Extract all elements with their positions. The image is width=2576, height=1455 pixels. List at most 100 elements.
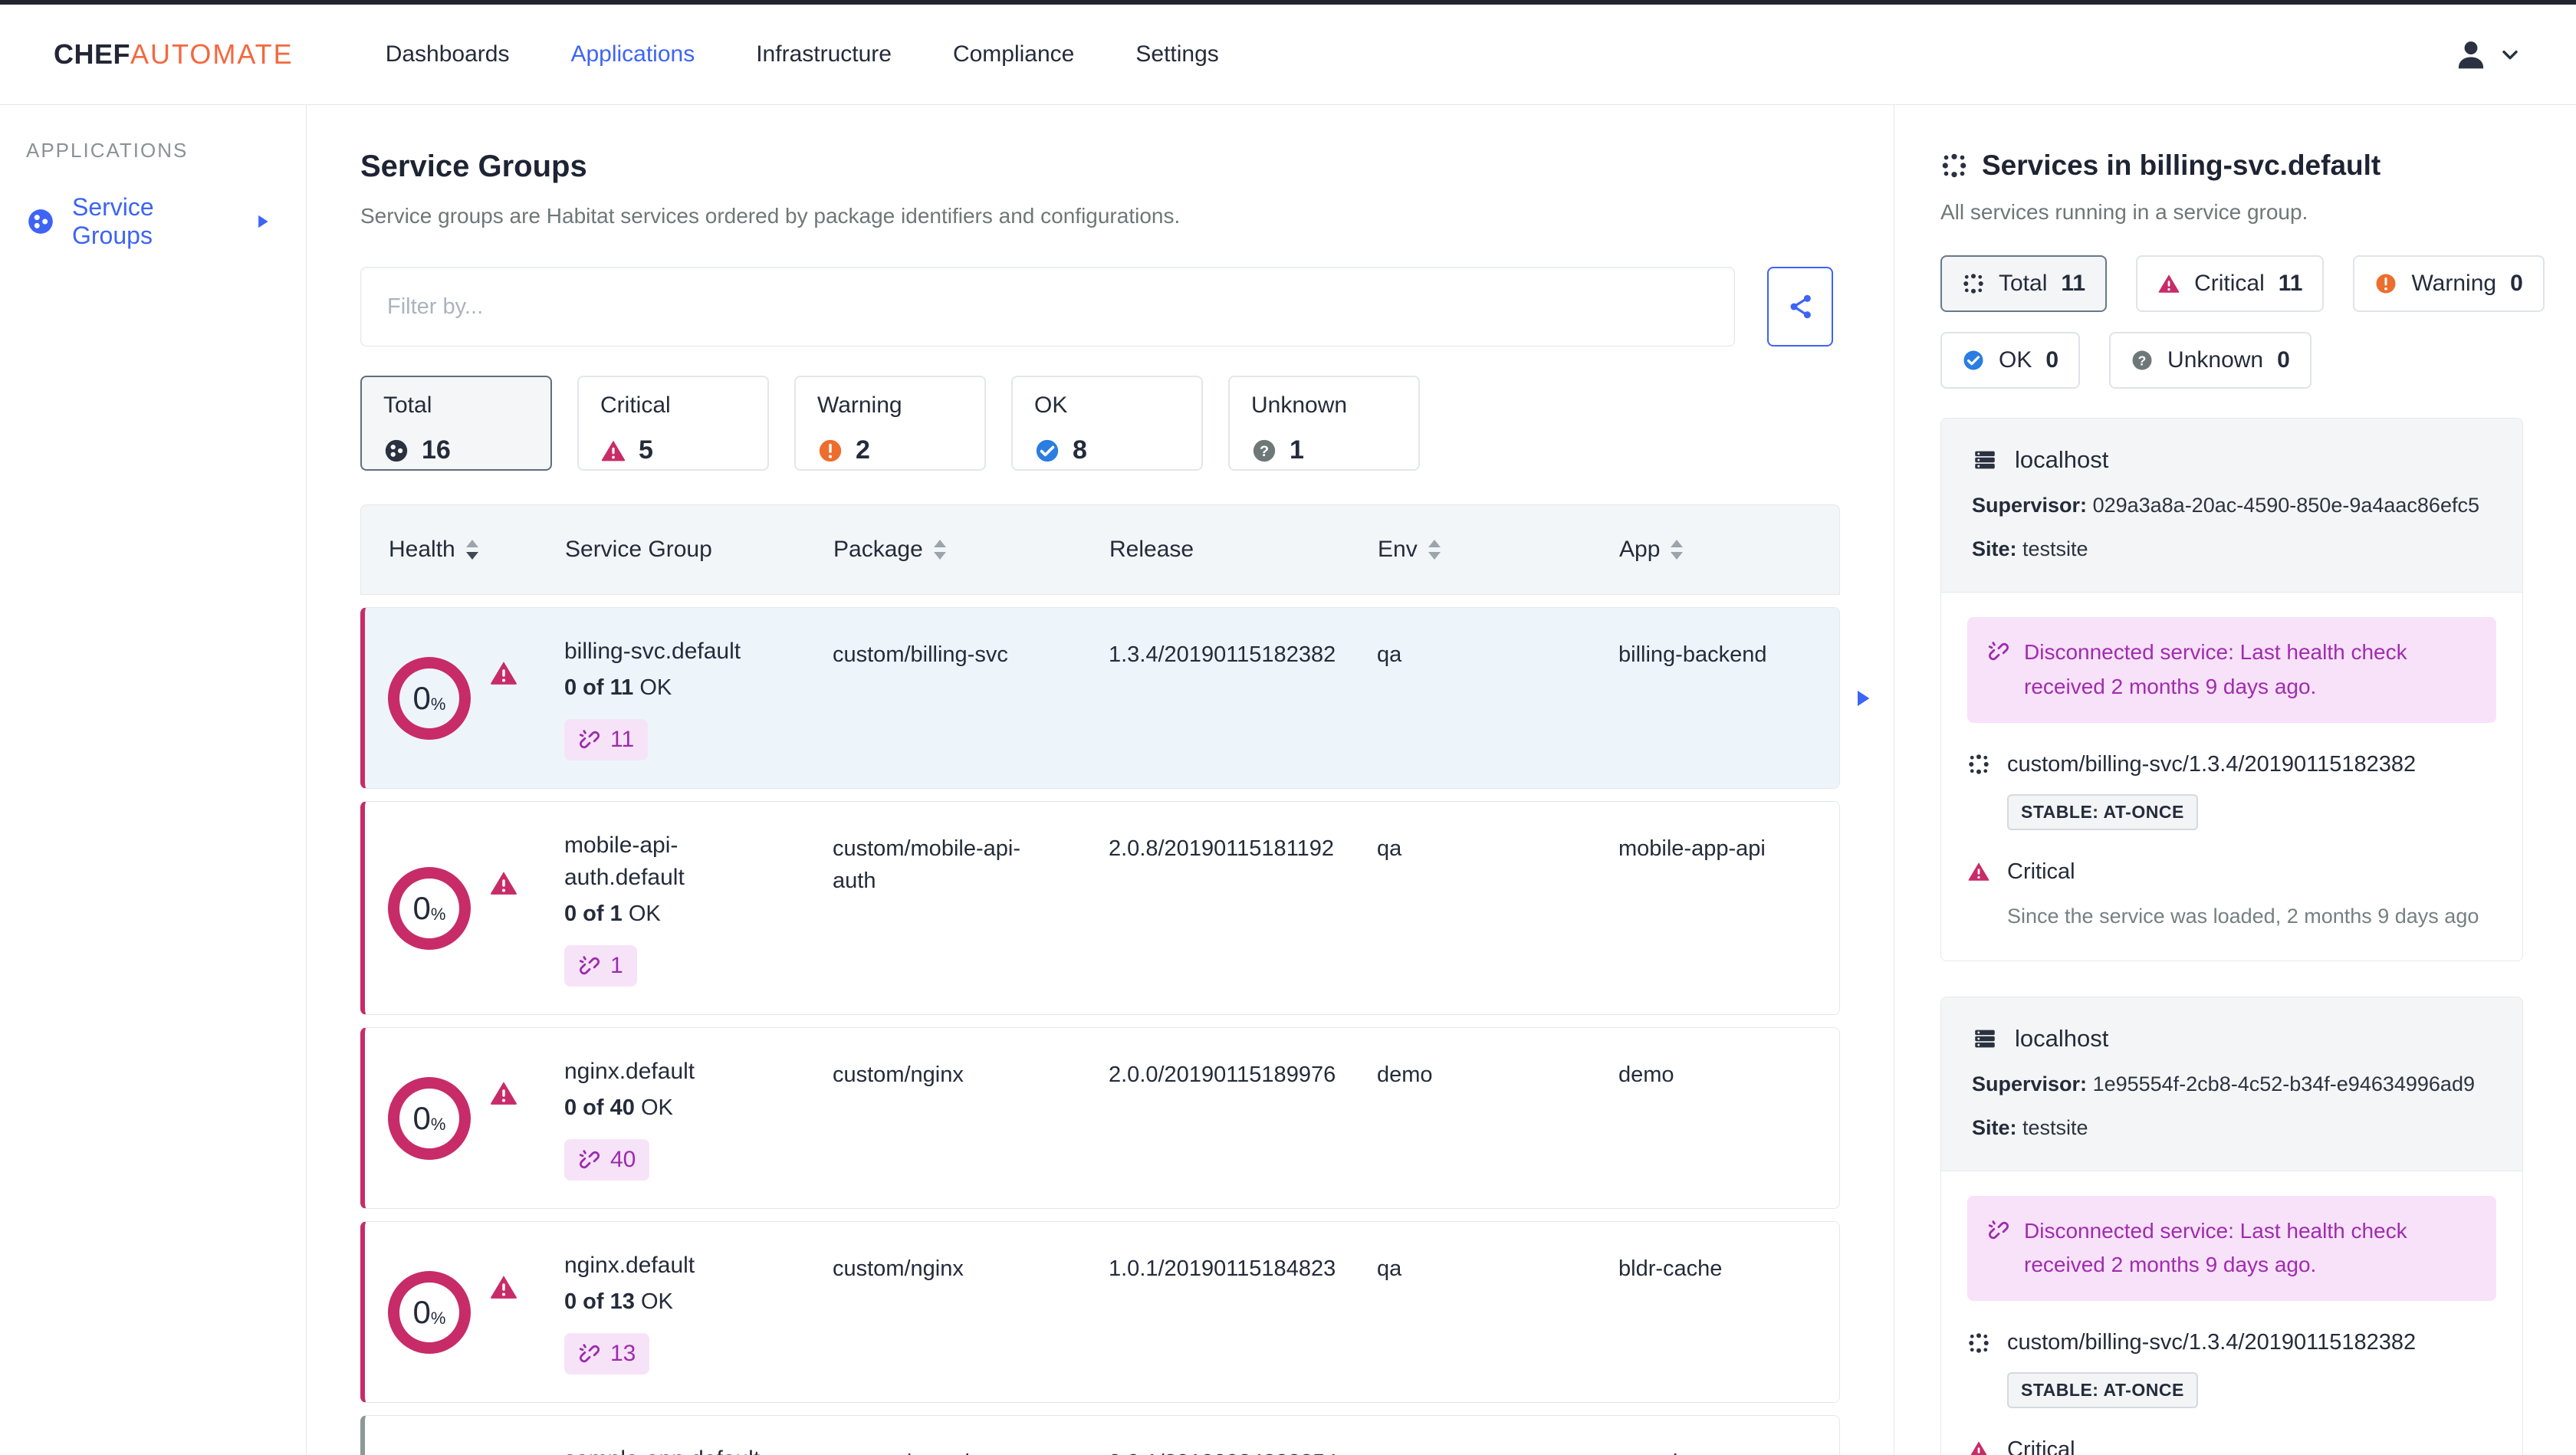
disconnected-alert: Disconnected service: Last health check … [1967, 617, 2496, 723]
page-title: Service Groups [360, 149, 587, 183]
broken-link-icon [578, 1148, 601, 1171]
health-donut: 0% [388, 866, 471, 950]
disconnected-alert-text: Disconnected service: Last health check … [2024, 1218, 2407, 1277]
filter-input[interactable] [360, 267, 1735, 347]
main-content: Service Groups Service groups are Habita… [307, 105, 1894, 1455]
status-card-count: 1 [1290, 435, 1304, 465]
filter-row [360, 267, 1894, 347]
service-group-cell: mobile-api-auth.default 0 of 1 OK 1 [564, 829, 833, 987]
nav-settings[interactable]: Settings [1135, 41, 1218, 67]
package-identifier: custom/billing-svc/1.3.4/20190115182382 [2007, 751, 2417, 777]
pill-critical[interactable]: Critical 11 [2136, 255, 2325, 312]
nav-infrastructure[interactable]: Infrastructure [756, 41, 892, 67]
sidebar: APPLICATIONS Service Groups [0, 105, 307, 1455]
ok-check-icon [1034, 438, 1060, 464]
column-header-health[interactable]: Health [389, 537, 565, 563]
status-card-label: Total [383, 392, 432, 418]
status-card-warning[interactable]: Warning 2 [794, 376, 986, 471]
sort-icons[interactable] [1428, 540, 1441, 560]
status-card-count: 16 [422, 435, 451, 465]
service-group-name: nginx.default [564, 1059, 695, 1084]
env-cell: qa [1377, 642, 1402, 667]
table-row[interactable]: 0% nginx.default 0 of 13 OK 13 custom/ng… [360, 1221, 1840, 1403]
service-group-cell: nginx.default 0 of 13 OK 13 [564, 1250, 833, 1375]
site-value: testsite [2022, 537, 2088, 560]
disconnected-count-pill[interactable]: 40 [564, 1139, 650, 1181]
status-card-count: 2 [856, 435, 870, 465]
health-cell: 0% [388, 866, 564, 950]
panel-status-pills: Total 11 Critical 11 Warning 0 [1940, 255, 2545, 312]
service-group-cell: nginx.default 0 of 40 OK 40 [564, 1056, 833, 1181]
pill-ok[interactable]: OK 0 [1940, 332, 2081, 389]
site-label: Site: [1972, 537, 2017, 560]
pill-unknown[interactable]: Unknown 0 [2109, 332, 2312, 389]
supervisor-label: Supervisor: [1972, 494, 2088, 517]
service-groups-table: Health Service Group Package Release Env [360, 504, 1840, 1455]
package-cell: custom/nginx [833, 1063, 964, 1087]
column-header-package[interactable]: Package [833, 537, 1109, 563]
chef-automate-logo[interactable]: CHEF AUTOMATE [54, 38, 294, 71]
service-card-header: localhost Supervisor: 029a3a8a-20ac-4590… [1941, 419, 2522, 593]
service-card: localhost Supervisor: 029a3a8a-20ac-4590… [1940, 418, 2523, 961]
disconnected-count-pill[interactable]: 11 [564, 719, 649, 760]
health-donut: 0% [388, 1076, 471, 1160]
status-card-label: OK [1034, 392, 1068, 418]
warning-circle-icon [817, 438, 843, 464]
column-header-app[interactable]: App [1619, 537, 1839, 563]
arrow-right-icon [252, 212, 272, 232]
service-group-cell: sample-app.default 0 of 1 OK 1 [564, 1444, 833, 1455]
service-group-name: sample-app.default [564, 1444, 794, 1455]
health-status-text: Critical [2007, 859, 2075, 884]
share-button[interactable] [1767, 267, 1833, 347]
update-strategy-badge: STABLE: AT-ONCE [2007, 793, 2198, 830]
sidebar-item-service-groups[interactable]: Service Groups [26, 193, 306, 250]
health-status-text: Critical [2007, 1437, 2075, 1455]
service-group-name: nginx.default [564, 1253, 695, 1278]
disconnected-count-pill[interactable]: 1 [564, 945, 637, 987]
status-card-unknown[interactable]: Unknown 1 [1228, 376, 1420, 471]
broken-link-icon [1987, 640, 2010, 663]
critical-triangle-icon [1967, 1439, 1990, 1455]
service-card-body: Disconnected service: Last health check … [1941, 1171, 2522, 1455]
nav-compliance[interactable]: Compliance [953, 41, 1074, 67]
nav-applications[interactable]: Applications [570, 41, 695, 67]
package-cell: custom/mobile-api-auth [833, 836, 1020, 894]
table-row[interactable]: 0% nginx.default 0 of 40 OK 40 custom/ng… [360, 1027, 1840, 1209]
critical-triangle-icon [489, 1079, 518, 1108]
user-menu[interactable] [2453, 37, 2522, 72]
services-dots-icon [1962, 272, 1985, 295]
table-row[interactable]: 0% mobile-api-auth.default 0 of 1 OK 1 c… [360, 801, 1840, 1015]
app-cell: demo [1618, 1063, 1674, 1087]
status-card-critical[interactable]: Critical 5 [577, 376, 769, 471]
user-profile-icon[interactable] [2453, 37, 2489, 72]
brand-chef: CHEF [54, 38, 130, 70]
status-card-label: Unknown [1251, 392, 1348, 418]
brand-automate: AUTOMATE [130, 38, 294, 70]
sort-icons[interactable] [1671, 540, 1684, 560]
sort-icons[interactable] [465, 540, 478, 560]
package-cell: custom/billing-svc [833, 642, 1008, 667]
status-card-ok[interactable]: OK 8 [1011, 376, 1203, 471]
unknown-question-icon [1251, 438, 1277, 464]
since-loaded-text: Since the service was loaded, 2 months 9… [2007, 904, 2479, 928]
disconnected-alert: Disconnected service: Last health check … [1967, 1195, 2496, 1302]
services-detail-panel: Services in billing-svc.default All serv… [1894, 105, 2576, 1455]
site-label: Site: [1972, 1115, 2017, 1139]
site-value: testsite [2022, 1115, 2088, 1139]
pill-warning[interactable]: Warning 0 [2353, 255, 2545, 312]
page-subtitle: Service groups are Habitat services orde… [360, 204, 1181, 228]
env-cell: demo [1377, 1063, 1433, 1087]
row-open-arrow-icon[interactable] [1850, 686, 1875, 711]
pill-total[interactable]: Total 11 [1940, 255, 2108, 312]
env-cell: qa [1377, 1256, 1402, 1281]
column-header-env[interactable]: Env [1378, 537, 1619, 563]
package-cell: custom/nginx [833, 1256, 964, 1281]
table-row[interactable]: 0% billing-svc.default 0 of 11 OK 11 cus… [360, 607, 1840, 789]
sort-icons[interactable] [933, 540, 946, 560]
service-card-body: Disconnected service: Last health check … [1941, 593, 2522, 961]
status-card-total[interactable]: Total 16 [360, 376, 552, 471]
disconnected-count-pill[interactable]: 13 [564, 1333, 650, 1375]
health-cell: 0% [388, 656, 564, 740]
nav-dashboards[interactable]: Dashboards [386, 41, 510, 67]
table-row[interactable]: 0% sample-app.default 0 of 1 OK 1 custom… [360, 1415, 1840, 1455]
